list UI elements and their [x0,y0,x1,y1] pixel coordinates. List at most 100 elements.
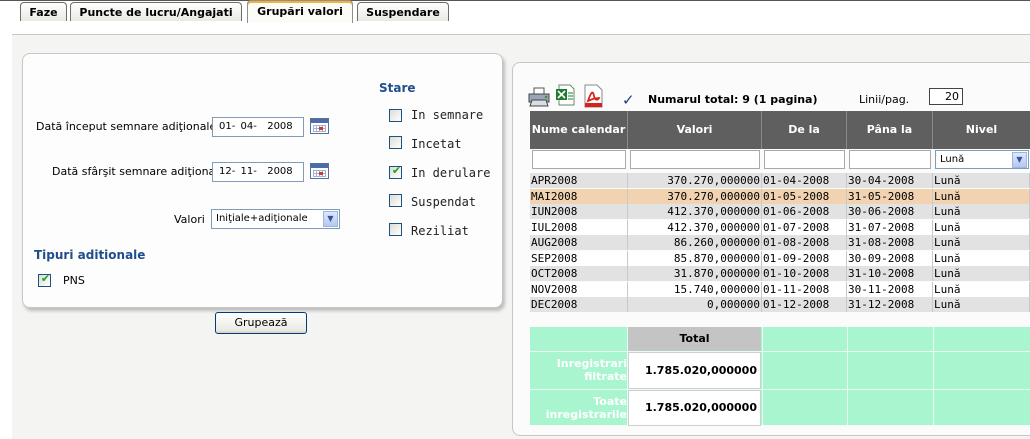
cell-de-la: 01-08-2008 [762,235,847,250]
totals-divider [847,327,848,425]
column-header-nume-calendar[interactable]: Nume calendar [530,111,628,149]
chevron-down-icon: ▼ [1012,152,1027,168]
pdf-icon[interactable] [582,84,604,108]
column-header-de-la[interactable]: De la [762,111,847,149]
stare-in-derulare-label: In derulare [411,166,491,180]
top-divider [0,0,1030,1]
cell-pana-la: 30-11-2008 [847,281,933,297]
cell-nivel: Lună [933,266,1030,281]
tab-faze[interactable]: Faze [20,2,67,21]
table-row[interactable]: DEC2008 0,000000 01-12-2008 31-12-2008 Lună [530,297,1030,312]
filter-valori-input[interactable] [630,150,760,169]
cell-nume-calendar: DEC2008 [530,297,628,312]
checkmark-icon: ✔ [391,164,402,177]
cell-nume-calendar: OCT2008 [530,266,628,281]
cell-valori: 15.740,000000 [628,281,762,297]
filter-pana-la-input[interactable] [849,150,931,169]
cell-nivel: Lună [933,204,1030,219]
cell-nume-calendar: APR2008 [530,173,628,188]
cell-nume-calendar: AUG2008 [530,235,628,250]
filter-nivel-select[interactable]: Lună ▼ [935,150,1029,169]
stare-reziliat-checkbox[interactable] [389,223,402,236]
stare-title: Stare [379,81,416,95]
calendar-icon[interactable] [310,163,329,179]
table-row[interactable]: IUL2008 412.370,000000 01-07-2008 31-07-200… [530,219,1030,235]
table-row[interactable]: APR2008 370.270,000000 01-04-2008 30-04-200… [530,173,1030,188]
filter-nume-calendar-input[interactable] [532,150,626,169]
cell-pana-la: 31-12-2008 [847,297,933,312]
total-column-header: Total [628,327,761,351]
cell-nume-calendar: IUL2008 [530,219,628,235]
tab-suspendare[interactable]: Suspendare [357,2,449,21]
pns-checkbox[interactable]: ✔ [38,272,51,287]
cell-nivel: Lună [933,173,1030,188]
cell-valori: 412.370,000000 [628,204,762,219]
table-row[interactable]: SEP2008 85.870,000000 01-09-2008 30-09-2008… [530,250,1030,266]
table-row[interactable]: IUN2008 412.370,000000 01-06-2008 30-06-200… [530,204,1030,219]
table-row[interactable]: AUG2008 86.260,000000 01-08-2008 31-08-2008… [530,235,1030,250]
tab-puncte-de-lucru[interactable]: Puncte de lucru/Angajati [70,2,242,21]
cell-valori: 85.870,000000 [628,250,762,266]
cell-de-la: 01-07-2008 [762,219,847,235]
chevron-down-icon: ▼ [323,211,338,227]
filtered-records-total: 1.785.020,000000 [628,352,761,389]
cell-valori: 370.270,000000 [628,188,762,204]
cell-nivel: Lună [933,297,1030,312]
checkmark-icon: ✔ [40,272,51,285]
stare-incetat-checkbox[interactable] [389,136,402,149]
cell-nume-calendar: SEP2008 [530,250,628,266]
calendar-icon[interactable] [310,118,329,134]
grupeaza-button[interactable]: Grupează [215,312,307,334]
cell-de-la: 01-04-2008 [762,173,847,188]
table-row[interactable]: NOV2008 15.740,000000 01-11-2008 30-11-2008… [530,281,1030,297]
checkmark-icon[interactable]: ✓ [622,91,635,109]
cell-de-la: 01-12-2008 [762,297,847,312]
stare-incetat-label: Incetat [411,137,462,151]
pns-label: PNS [63,274,85,287]
total-records-text: Numarul total: 9 (1 pagina) [648,93,818,106]
totals-divider [530,389,1030,390]
valori-select[interactable]: Iniţiale+adiţionale ▼ [211,209,340,229]
stare-in-semnare-label: In semnare [411,108,484,122]
cell-nivel: Lună [933,188,1030,204]
cell-pana-la: 31-08-2008 [847,235,933,250]
start-date-input[interactable]: 01- 04- 2008 [212,117,304,137]
tab-grupari-valori[interactable]: Grupări valori [247,0,353,23]
cell-valori: 86.260,000000 [628,235,762,250]
rows-per-page-input[interactable]: 20 [929,88,963,105]
column-header-pana-la[interactable]: Pâna la [847,111,933,149]
end-date-input[interactable]: 12- 11- 2008 [212,162,304,182]
cell-nivel: Lună [933,250,1030,266]
cell-nivel: Lună [933,235,1030,250]
cell-nivel: Lună [933,219,1030,235]
totals-divider [530,351,1030,352]
table-row[interactable]: MAI2008 370.270,000000 01-05-2008 31-05-200… [530,188,1030,204]
stare-suspendat-checkbox[interactable] [389,194,402,207]
totals-divider [933,327,934,425]
cell-pana-la: 31-10-2008 [847,266,933,281]
cell-nume-calendar: MAI2008 [530,188,628,204]
totals-divider [762,327,763,425]
cell-valori: 370.270,000000 [628,173,762,188]
stare-in-semnare-checkbox[interactable] [389,109,402,122]
cell-de-la: 01-10-2008 [762,266,847,281]
cell-pana-la: 31-05-2008 [847,188,933,204]
table-row[interactable]: OCT2008 31.870,000000 01-10-2008 31-10-2008… [530,266,1030,281]
cell-valori: 31.870,000000 [628,266,762,281]
column-header-nivel[interactable]: Nivel [933,111,1030,149]
column-header-valori[interactable]: Valori [628,111,762,149]
stare-in-derulare-checkbox[interactable]: ✔ [389,164,402,179]
printer-icon[interactable] [527,86,551,108]
cell-pana-la: 30-04-2008 [847,173,933,188]
cell-de-la: 01-09-2008 [762,250,847,266]
valori-select-value: Iniţiale+adiţionale [216,213,308,224]
cell-nume-calendar: NOV2008 [530,281,628,297]
end-date-label: Dată sfârşit semnare adiţionale [52,165,226,178]
all-records-label: Toate inregistrarile [545,395,627,421]
tipuri-aditionale-title: Tipuri aditionale [34,248,146,262]
cell-pana-la: 31-07-2008 [847,219,933,235]
all-records-total: 1.785.020,000000 [628,390,761,426]
excel-icon[interactable] [555,84,575,106]
filter-de-la-input[interactable] [764,150,845,169]
cell-de-la: 01-11-2008 [762,281,847,297]
